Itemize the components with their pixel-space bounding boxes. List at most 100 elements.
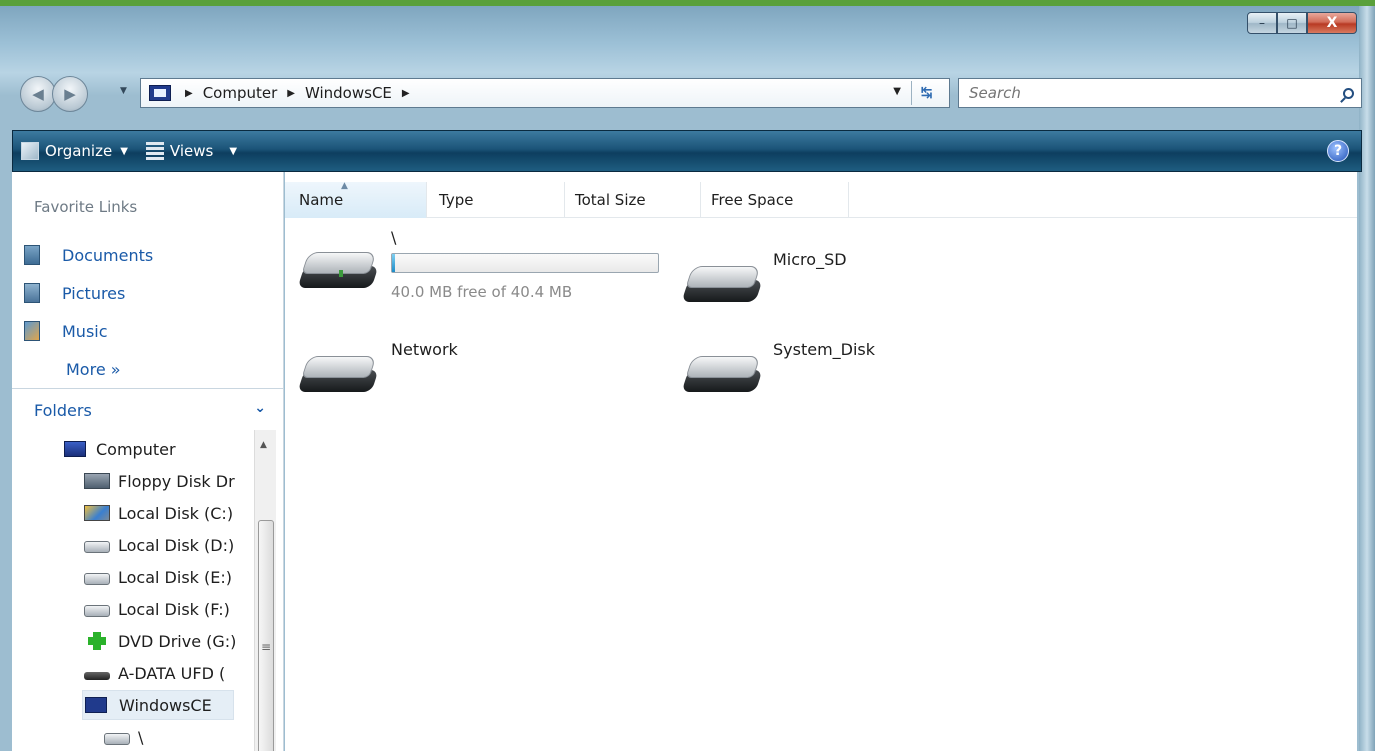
drive-details: System_Disk <box>773 340 875 402</box>
drive-icon <box>297 346 379 402</box>
drive-top <box>301 356 377 378</box>
documents-icon <box>24 245 40 265</box>
tree-item-computer[interactable]: Computer <box>64 434 176 464</box>
hard-disk-icon <box>84 605 110 617</box>
recent-pages-dropdown-icon[interactable]: ▼ <box>120 86 127 96</box>
breadcrumb-computer[interactable]: Computer ▶ <box>203 84 305 102</box>
breadcrumb-root-arrow[interactable]: ▶ <box>181 88 203 99</box>
folders-header[interactable]: Folders ⌄ <box>12 390 284 430</box>
chevron-right-icon: ▶ <box>185 87 193 99</box>
tree-item-label: \ <box>138 727 144 747</box>
explorer-window: – □ X ◀ ▶ ▼ ▶ Computer ▶ WindowsCE ▶ ▼ ↹ O… <box>0 0 1375 751</box>
tree-item-label: Local Disk (D:) <box>118 535 235 555</box>
tree-item-label: WindowsCE <box>119 695 212 715</box>
search-icon <box>1342 87 1354 99</box>
drive-top <box>685 266 761 288</box>
column-header-total-size[interactable]: Total Size <box>565 182 701 218</box>
back-arrow-icon: ◀ <box>32 85 44 103</box>
column-header-name[interactable]: ▲ Name <box>285 181 427 218</box>
column-headers: ▲ Name Type Total Size Free Space <box>285 181 1357 218</box>
windowsce-device-icon <box>85 697 107 713</box>
more-label: More » <box>66 359 121 379</box>
drive-name: System_Disk <box>773 340 876 359</box>
caption-buttons: – □ X <box>1247 12 1357 34</box>
organize-label: Organize <box>45 142 113 160</box>
tree-item-root[interactable]: \ <box>104 722 143 751</box>
scroll-up-icon[interactable]: ▲ <box>260 440 267 450</box>
tree-item-label: DVD Drive (G:) <box>118 631 237 651</box>
scrollbar-thumb[interactable] <box>258 520 274 751</box>
drive-icon <box>681 256 763 312</box>
search-input[interactable] <box>969 84 1335 102</box>
drive-name: Micro_SD <box>773 250 847 269</box>
divider <box>12 388 284 389</box>
folder-tree-scrollbar[interactable]: ▲ ≡ <box>254 430 276 751</box>
chevron-right-icon: ▶ <box>287 87 295 99</box>
search-box <box>958 78 1362 108</box>
drive-usage-bar <box>391 253 659 273</box>
tree-item-local-disk-d[interactable]: Local Disk (D:) <box>84 530 234 560</box>
close-button[interactable]: X <box>1307 12 1357 34</box>
breadcrumb-label: Computer <box>202 84 278 102</box>
nav-buttons: ◀ ▶ <box>20 76 88 112</box>
dvd-drive-icon <box>84 632 110 650</box>
breadcrumb-windowsce[interactable]: WindowsCE ▶ <box>305 84 420 102</box>
drive-icon <box>681 346 763 402</box>
column-header-type[interactable]: Type <box>427 182 565 218</box>
drive-name: Network <box>391 340 458 359</box>
address-dropdown-icon[interactable]: ▼ <box>893 86 901 97</box>
tree-item-windowsce[interactable]: WindowsCE <box>82 690 234 720</box>
column-header-free-space[interactable]: Free Space <box>701 182 849 218</box>
favorite-documents[interactable]: Documents <box>24 236 153 274</box>
file-list: ▲ Name Type Total Size Free Space \ 40.0… <box>285 172 1357 751</box>
favorite-links-header: Favorite Links <box>34 198 138 216</box>
organize-icon <box>21 142 39 160</box>
folder-tree: Computer Floppy Disk Dr Local Disk (C:) … <box>12 430 252 751</box>
column-label: Total Size <box>575 191 646 209</box>
tree-item-dvd-drive[interactable]: DVD Drive (G:) <box>84 626 236 656</box>
music-icon <box>24 321 40 341</box>
favorite-pictures[interactable]: Pictures <box>24 274 153 312</box>
forward-button[interactable]: ▶ <box>52 76 88 112</box>
column-label: Free Space <box>711 191 794 209</box>
column-label: Name <box>299 191 344 209</box>
chevron-down-icon: ▼ <box>120 145 128 157</box>
drive-name: \ <box>391 228 397 247</box>
drive-item-micro-sd[interactable]: Micro_SD <box>681 250 847 312</box>
navigation-pane: Favorite Links Documents Pictures Music … <box>12 172 284 751</box>
minimize-button[interactable]: – <box>1247 12 1277 34</box>
tree-item-local-disk-f[interactable]: Local Disk (F:) <box>84 594 230 624</box>
maximize-button[interactable]: □ <box>1277 12 1307 34</box>
drive-details: Network <box>391 340 458 402</box>
drive-item-network[interactable]: Network <box>297 340 458 402</box>
hard-disk-icon <box>84 573 110 585</box>
tree-item-local-disk-c[interactable]: Local Disk (C:) <box>84 498 233 528</box>
views-button[interactable]: Views ▼ <box>145 142 237 160</box>
navigation-row: ◀ ▶ ▼ ▶ Computer ▶ WindowsCE ▶ ▼ ↹ <box>12 72 1362 116</box>
address-bar[interactable]: ▶ Computer ▶ WindowsCE ▶ ▼ ↹ <box>140 78 950 108</box>
favorite-links-list: Documents Pictures Music More » <box>24 236 153 388</box>
drive-details: Micro_SD <box>773 250 847 312</box>
organize-button[interactable]: Organize ▼ <box>21 142 128 160</box>
refresh-button[interactable]: ↹ <box>911 81 941 105</box>
refresh-icon: ↹ <box>920 85 933 101</box>
search-button[interactable] <box>1335 80 1361 106</box>
tree-item-floppy[interactable]: Floppy Disk Dr <box>84 466 235 496</box>
drive-item-system-disk[interactable]: System_Disk <box>681 340 875 402</box>
hard-disk-icon <box>84 541 110 553</box>
drive-details: \ 40.0 MB free of 40.4 MB <box>391 228 659 301</box>
tree-item-label: Computer <box>96 439 176 459</box>
tree-item-usb-drive[interactable]: A-DATA UFD ( <box>84 658 225 688</box>
forward-arrow-icon: ▶ <box>64 85 76 103</box>
views-label: Views <box>169 142 214 160</box>
tree-item-label: Local Disk (E:) <box>118 567 232 587</box>
back-button[interactable]: ◀ <box>20 76 56 112</box>
system-disk-icon <box>84 505 110 521</box>
favorite-music[interactable]: Music <box>24 312 153 350</box>
drive-icon <box>297 242 379 298</box>
help-button[interactable]: ? <box>1327 140 1349 162</box>
chevron-right-icon: ▶ <box>401 87 410 99</box>
drive-item-root[interactable]: \ 40.0 MB free of 40.4 MB <box>297 228 659 301</box>
favorites-more-link[interactable]: More » <box>24 350 153 388</box>
tree-item-local-disk-e[interactable]: Local Disk (E:) <box>84 562 232 592</box>
